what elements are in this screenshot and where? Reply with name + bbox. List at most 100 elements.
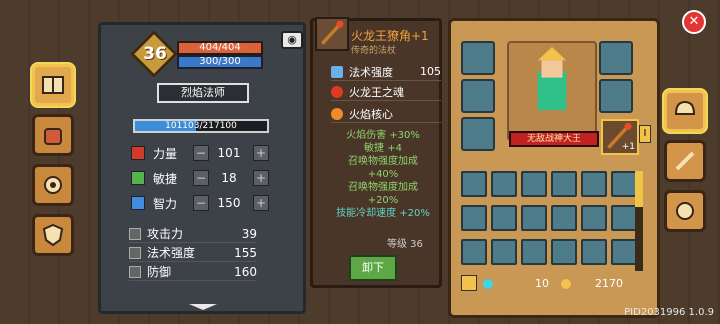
attr-label: 力量 [153, 146, 178, 161]
stat-spell-power: 法术强度 155 [129, 244, 257, 262]
wand-icon [129, 246, 141, 259]
spell-power-label: 法术强度 [349, 65, 393, 79]
equip-slot-boots[interactable] [461, 117, 495, 151]
inventory-slot[interactable] [551, 205, 577, 231]
camera-icon: ◉ [287, 33, 297, 46]
inventory-scrollbar[interactable] [635, 171, 643, 271]
bonus-line: 召唤物强度加成 [348, 156, 418, 167]
equip-slot-helmet[interactable] [599, 41, 633, 75]
weapon-level: 等级 36 [387, 239, 423, 250]
intelligence-plus-button[interactable]: + [253, 195, 269, 211]
inventory-slot[interactable] [461, 205, 487, 231]
unequip-button[interactable]: 卸下 [349, 255, 397, 281]
agility-icon [131, 171, 145, 185]
attr-label: 智力 [153, 196, 178, 211]
hero-name: 无敌战神大王 [509, 131, 599, 147]
stat-label: 法术强度 [147, 246, 196, 260]
attr-value: 150 [217, 196, 241, 210]
inventory-slot[interactable] [491, 205, 517, 231]
lock-icon[interactable] [461, 275, 477, 291]
strength-minus-button[interactable]: − [193, 145, 209, 161]
weapon-spell-power: 法术强度 105 [331, 63, 441, 81]
agility-minus-button[interactable]: − [193, 170, 209, 186]
tab-crafting[interactable] [664, 140, 706, 182]
inventory-slot[interactable] [521, 239, 547, 265]
inventory-slot[interactable] [611, 239, 637, 265]
shield-icon [129, 265, 141, 278]
tab-backpack[interactable] [32, 114, 74, 156]
bonus-line: 技能冷却速度 +20% [336, 208, 430, 219]
hammer-icon [675, 151, 695, 171]
equip-slot-armor[interactable] [599, 79, 633, 113]
tab-settings[interactable] [664, 190, 706, 232]
hp-bar: 404/404 [177, 41, 263, 55]
intelligence-minus-button[interactable]: − [193, 195, 209, 211]
bonus-line: +40% [367, 169, 399, 180]
bonus-line: 火焰伤害 +30% [346, 130, 420, 141]
class-title[interactable]: 烈焰法师 [157, 83, 249, 103]
attr-intelligence: 智力 − 150 + [131, 193, 271, 213]
coin-icon [561, 279, 571, 289]
equip-slot-ring[interactable] [461, 79, 495, 113]
scroll-down-icon[interactable] [187, 303, 219, 311]
build-id: PID2031996 1.0.9 [624, 307, 714, 318]
inventory-slot[interactable] [491, 239, 517, 265]
agility-plus-button[interactable]: + [253, 170, 269, 186]
attr-agility: 敏捷 − 18 + [131, 168, 271, 188]
level-value: 36 [143, 44, 167, 64]
tab-helmet[interactable] [664, 90, 706, 132]
info-button[interactable]: I [639, 125, 651, 143]
inventory-slot[interactable] [551, 171, 577, 197]
mp-bar: 300/300 [177, 55, 263, 69]
gem-slot-2[interactable]: 火焰核心 [331, 105, 441, 123]
hero-sprite [537, 47, 567, 111]
equipped-weapon-slot[interactable]: +1 [601, 119, 639, 155]
xp-value: 101103/217100 [165, 121, 237, 131]
inventory-slot[interactable] [521, 171, 547, 197]
inventory-slot[interactable] [581, 171, 607, 197]
stat-value: 160 [234, 264, 257, 279]
equipment-panel: 无敌战神大王 +1 I 10 2170 [448, 18, 660, 318]
close-button[interactable]: ✕ [682, 10, 706, 34]
tab-book[interactable] [32, 64, 74, 106]
enhance-level: +1 [621, 142, 635, 152]
stat-label: 防御 [147, 265, 172, 279]
inventory-slot[interactable] [491, 171, 517, 197]
attr-label: 敏捷 [153, 171, 178, 186]
spell-power-value: 105 [420, 65, 441, 78]
attr-value: 18 [221, 171, 237, 185]
inventory-slot[interactable] [521, 205, 547, 231]
hero-portrait [507, 41, 597, 141]
inventory-slot[interactable] [461, 239, 487, 265]
weapon-detail-panel: 火龙王獠角+1 传奇的法杖 法术强度 105 火龙王之魂 火焰核心 火焰伤害 +… [310, 17, 442, 288]
gem-icon [483, 279, 493, 289]
attr-value: 101 [217, 146, 241, 160]
inventory-slot[interactable] [461, 171, 487, 197]
bonus-line: 召唤物强度加成 [348, 182, 418, 193]
inventory-slot[interactable] [581, 239, 607, 265]
gem-name: 火龙王之魂 [349, 85, 404, 99]
strength-icon [131, 146, 145, 160]
fire-gem-icon [331, 85, 343, 98]
gem-slot-1[interactable]: 火龙王之魂 [331, 83, 441, 101]
camera-button[interactable]: ◉ [281, 31, 303, 49]
gem-name: 火焰核心 [349, 107, 393, 121]
tab-shield[interactable] [32, 214, 74, 256]
book-icon [42, 76, 64, 94]
inventory-slot[interactable] [581, 205, 607, 231]
inventory-slot[interactable] [551, 239, 577, 265]
stats-panel: 36 404/404 300/300 ◉ 烈焰法师 101103/217100 … [98, 22, 306, 314]
weapon-rarity: 传奇的法杖 [351, 46, 397, 56]
inventory-slot[interactable] [611, 171, 637, 197]
strength-plus-button[interactable]: + [253, 145, 269, 161]
bonus-line: +20% [367, 195, 399, 206]
scrollbar-thumb[interactable] [635, 171, 643, 207]
fire-core-icon [331, 107, 343, 120]
equip-slot-necklace[interactable] [461, 41, 495, 75]
stat-defense: 防御 160 [129, 263, 257, 281]
gear-icon [676, 202, 694, 220]
tab-gear[interactable] [32, 164, 74, 206]
intelligence-icon [131, 196, 145, 210]
sword-icon [129, 227, 141, 240]
inventory-slot[interactable] [611, 205, 637, 231]
